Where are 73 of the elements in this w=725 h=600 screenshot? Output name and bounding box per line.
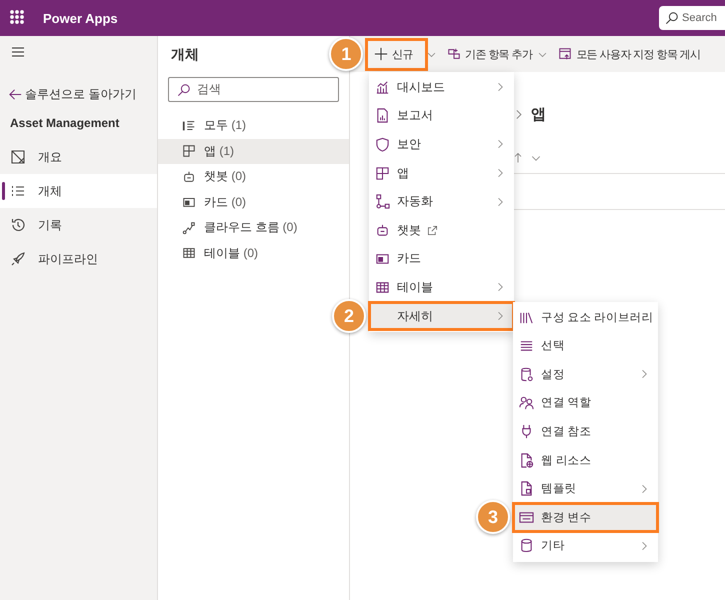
nav-item[interactable]: 파이프라인 <box>0 242 157 276</box>
sort-arrow-icon <box>512 152 524 164</box>
menu-item[interactable]: 연결 역할 <box>513 388 658 418</box>
back-link[interactable]: 솔루션으로 돌아가기 <box>8 86 157 103</box>
menu-item[interactable]: 템플릿 <box>513 474 658 503</box>
report-icon <box>375 108 390 124</box>
shield-icon <box>375 136 390 152</box>
object-type-item[interactable]: 챗봇 (0) <box>158 164 349 190</box>
step-badge: 3 <box>476 500 510 534</box>
app-grid-icon <box>182 144 196 158</box>
history-icon <box>10 217 26 233</box>
object-type-item[interactable]: 테이블 (0) <box>158 240 349 266</box>
library-icon <box>519 310 534 325</box>
web-file-icon <box>519 452 534 468</box>
menu-item[interactable]: 테이블 <box>369 273 514 302</box>
nav-item[interactable]: 기록 <box>0 208 157 242</box>
database-icon <box>519 538 534 554</box>
plug-icon <box>519 424 534 439</box>
menu-item[interactable]: 보안 <box>369 130 514 159</box>
search-icon <box>177 82 191 96</box>
search-field[interactable]: 검색 <box>168 77 339 102</box>
object-type-item[interactable]: 카드 (0) <box>158 190 349 215</box>
object-type-item[interactable]: 모두 (1) <box>158 113 349 138</box>
list-icon <box>519 338 534 354</box>
publish-icon <box>558 47 572 61</box>
rocket-icon <box>10 251 26 267</box>
menu-item[interactable]: 대시보드 <box>369 73 514 102</box>
app-title: Power Apps <box>43 10 118 26</box>
menu-item[interactable]: 기타 <box>513 532 658 560</box>
flow-icon <box>182 220 196 235</box>
menu-item[interactable]: 카드 <box>369 244 514 274</box>
solution-title: Asset Management <box>10 116 120 130</box>
command-button[interactable]: 기존 항목 추가 <box>439 38 538 70</box>
menu-item[interactable]: 선택 <box>513 331 658 360</box>
bot-icon <box>182 170 196 184</box>
card-icon <box>375 251 390 266</box>
object-type-item[interactable]: 클라우드 흐름 (0) <box>158 215 349 240</box>
plus-icon <box>374 47 388 61</box>
menu-item[interactable]: 연결 참조 <box>513 417 658 446</box>
template-icon <box>519 481 534 496</box>
step-badge: 1 <box>329 37 363 71</box>
database-gear-icon <box>519 366 534 382</box>
menu-item[interactable]: 자동화 <box>369 187 514 216</box>
command-button[interactable]: 모든 사용자 지정 항목 게시 <box>550 38 707 70</box>
breadcrumb: 앱 <box>531 105 546 124</box>
list-icon <box>10 183 26 199</box>
step-badge: 2 <box>332 299 366 334</box>
table-icon <box>375 280 390 295</box>
menu-item[interactable]: 보고서 <box>369 102 514 130</box>
menu-item[interactable]: 설정 <box>513 360 658 389</box>
variable-icon <box>519 510 534 525</box>
menu-item[interactable]: 웹 리소스 <box>513 446 658 474</box>
menu-item[interactable]: 챗봇 <box>369 216 514 245</box>
nav-item[interactable]: 개요 <box>0 140 157 174</box>
list-icon <box>182 118 196 133</box>
object-type-item[interactable]: 앱 (1) <box>158 138 349 164</box>
back-arrow-icon <box>8 87 23 102</box>
search-icon <box>665 11 679 25</box>
app-grid-icon <box>375 166 390 181</box>
bot-icon <box>375 222 390 238</box>
nav-item[interactable]: 개체 <box>0 174 157 208</box>
waffle-icon <box>10 10 26 26</box>
people-icon <box>519 395 534 410</box>
menu-item[interactable]: 구성 요소 라이브러리 <box>513 302 658 332</box>
document-icon <box>10 149 26 165</box>
flow-icon <box>375 194 390 210</box>
search-field[interactable]: Search <box>659 6 725 30</box>
menu-item[interactable]: 앱 <box>369 158 514 188</box>
table-icon <box>182 246 196 260</box>
bar-chart-icon <box>375 80 390 95</box>
card-icon <box>182 195 196 210</box>
add-existing-icon <box>447 47 461 61</box>
panel-title: 개체 <box>171 46 199 64</box>
